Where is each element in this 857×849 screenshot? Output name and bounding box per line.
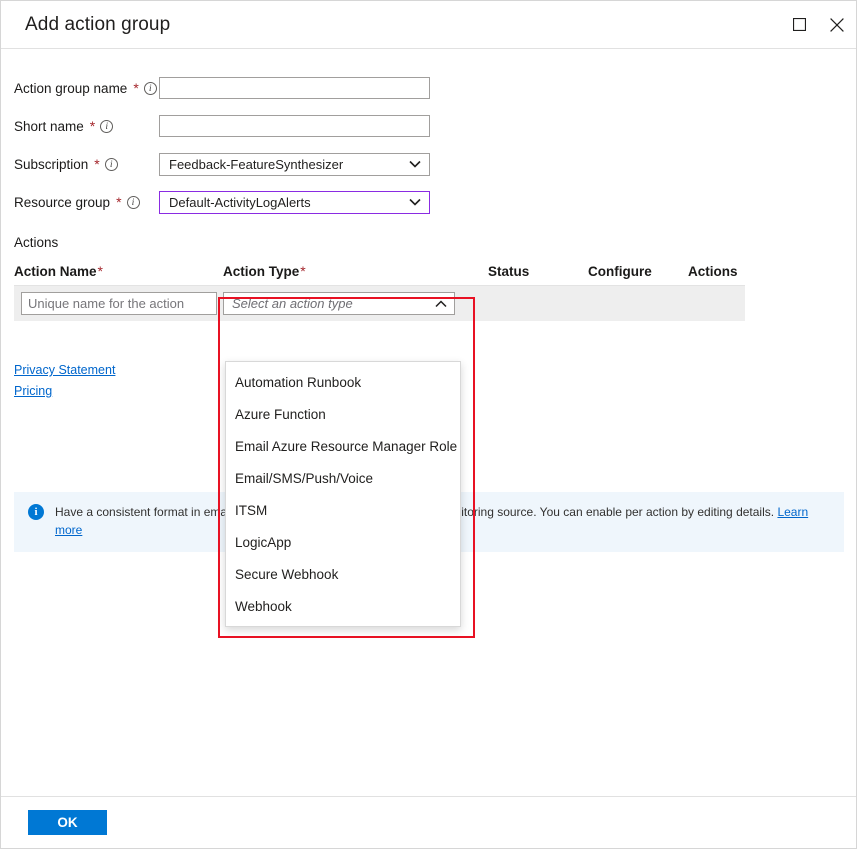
dropdown-option-logicapp[interactable]: LogicApp	[226, 526, 460, 558]
window-controls	[780, 1, 856, 48]
dropdown-option-secure-webhook[interactable]: Secure Webhook	[226, 558, 460, 590]
maximize-square-icon[interactable]	[780, 1, 818, 48]
cell-action-type: Select an action type	[223, 292, 488, 315]
resource-group-select[interactable]: Default-ActivityLogAlerts	[159, 191, 430, 214]
label-text: Action group name	[14, 81, 127, 96]
dropdown-option-automation-runbook[interactable]: Automation Runbook	[226, 366, 460, 398]
cell-action-name	[14, 292, 223, 315]
action-group-name-input[interactable]	[159, 77, 430, 99]
dropdown-option-email-sms-push-voice[interactable]: Email/SMS/Push/Voice	[226, 462, 460, 494]
label-resource-group: Resource group * i	[14, 195, 159, 210]
action-name-input[interactable]	[21, 292, 217, 315]
banner-text-line-2: details.	[736, 505, 774, 519]
column-label: Action Type	[223, 264, 299, 279]
dialog-content: Action group name * i Short name * i Sub…	[1, 49, 856, 796]
subscription-selected-value: Feedback-FeatureSynthesizer	[169, 157, 409, 172]
column-header-actions: Actions	[688, 264, 788, 279]
column-header-status: Status	[488, 264, 588, 279]
dropdown-option-itsm[interactable]: ITSM	[226, 494, 460, 526]
short-name-input[interactable]	[159, 115, 430, 137]
info-circle-icon[interactable]: i	[144, 82, 157, 95]
field-row-subscription: Subscription * i Feedback-FeatureSynthes…	[1, 145, 856, 183]
required-asterisk: *	[300, 264, 305, 278]
required-asterisk: *	[94, 157, 99, 171]
column-label: Actions	[688, 264, 738, 279]
chevron-down-icon	[409, 160, 421, 168]
dialog-footer: OK	[1, 796, 856, 848]
page-title: Add action group	[25, 14, 780, 36]
privacy-statement-link[interactable]: Privacy Statement	[14, 363, 115, 377]
ok-button[interactable]: OK	[28, 810, 107, 835]
dialog-titlebar: Add action group	[1, 1, 856, 49]
label-short-name: Short name * i	[14, 119, 159, 134]
action-group-form: Action group name * i Short name * i Sub…	[1, 49, 856, 221]
label-action-group-name: Action group name * i	[14, 81, 159, 96]
required-asterisk: *	[98, 264, 103, 278]
table-row: Select an action type	[14, 286, 745, 321]
actions-section-heading: Actions	[1, 221, 856, 250]
chevron-down-icon	[409, 198, 421, 206]
column-label: Configure	[588, 264, 652, 279]
info-circle-icon[interactable]: i	[127, 196, 140, 209]
close-x-icon[interactable]	[818, 1, 856, 48]
action-type-combobox[interactable]: Select an action type	[223, 292, 455, 315]
action-type-placeholder: Select an action type	[232, 296, 435, 311]
action-type-dropdown-list[interactable]: Automation Runbook Azure Function Email …	[225, 361, 461, 627]
dropdown-option-webhook[interactable]: Webhook	[226, 590, 460, 622]
dropdown-option-azure-function[interactable]: Azure Function	[226, 398, 460, 430]
field-row-action-group-name: Action group name * i	[1, 69, 856, 107]
label-subscription: Subscription * i	[14, 157, 159, 172]
field-row-short-name: Short name * i	[1, 107, 856, 145]
column-label: Status	[488, 264, 529, 279]
info-circle-icon[interactable]: i	[100, 120, 113, 133]
field-row-resource-group: Resource group * i Default-ActivityLogAl…	[1, 183, 856, 221]
column-header-action-name: Action Name *	[14, 264, 223, 279]
pricing-link[interactable]: Pricing	[14, 384, 52, 398]
required-asterisk: *	[90, 119, 95, 133]
actions-table-header: Action Name * Action Type * Status Confi…	[1, 250, 856, 279]
label-text: Resource group	[14, 195, 110, 210]
chevron-up-icon	[435, 300, 447, 308]
required-asterisk: *	[133, 81, 138, 95]
label-text: Subscription	[14, 157, 88, 172]
info-filled-icon: i	[28, 504, 44, 520]
add-action-group-dialog: Add action group Action group name	[0, 0, 857, 849]
column-label: Action Name	[14, 264, 97, 279]
dropdown-option-email-azure-resource-manager-role[interactable]: Email Azure Resource Manager Role	[226, 430, 460, 462]
resource-group-selected-value: Default-ActivityLogAlerts	[169, 195, 409, 210]
required-asterisk: *	[116, 195, 121, 209]
label-text: Short name	[14, 119, 84, 134]
column-header-action-type: Action Type *	[223, 264, 488, 279]
info-circle-icon[interactable]: i	[105, 158, 118, 171]
column-header-configure: Configure	[588, 264, 688, 279]
subscription-select[interactable]: Feedback-FeatureSynthesizer	[159, 153, 430, 176]
